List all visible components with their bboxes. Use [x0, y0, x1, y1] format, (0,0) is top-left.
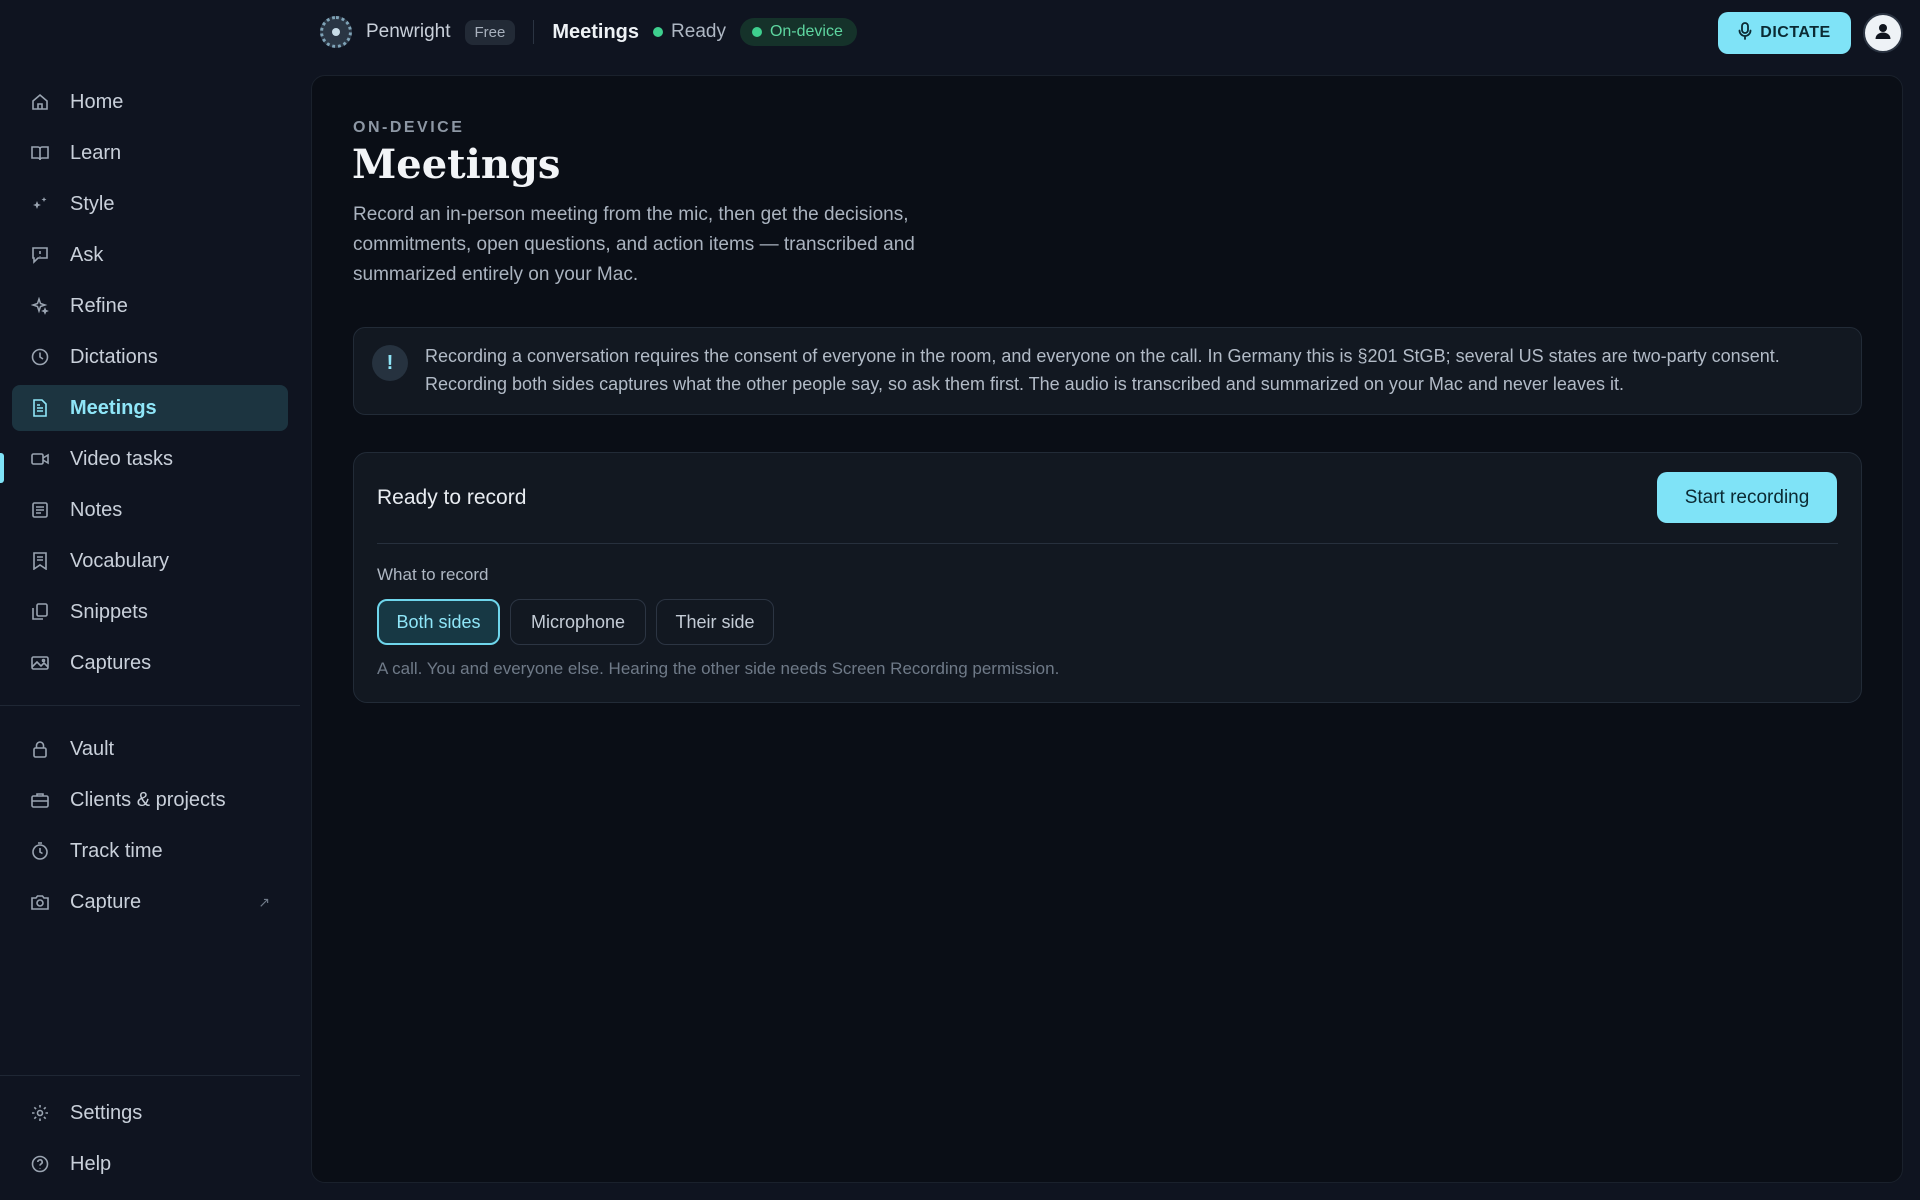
copy-icon [30, 602, 50, 622]
sidebar-item-vault[interactable]: Vault [12, 726, 288, 772]
sidebar-item-label: Style [70, 192, 115, 215]
video-icon [30, 449, 50, 469]
sidebar-item-vocabulary[interactable]: Vocabulary [12, 538, 288, 584]
sidebar-item-notes[interactable]: Notes [12, 487, 288, 533]
notes-icon [30, 500, 50, 520]
penwright-logo-icon [320, 16, 352, 48]
sidebar-item-snippets[interactable]: Snippets [12, 589, 288, 635]
sidebar-item-label: Dictations [70, 345, 158, 368]
active-indicator [0, 453, 4, 483]
record-status-title: Ready to record [377, 486, 527, 509]
sidebar-item-capture[interactable]: Capture ↗ [12, 879, 288, 925]
sidebar-item-refine[interactable]: Refine [12, 283, 288, 329]
lock-icon [30, 739, 50, 759]
image-icon [30, 653, 50, 673]
home-icon [30, 92, 50, 112]
dictate-label: DICTATE [1760, 24, 1831, 41]
sidebar-item-label: Meetings [70, 396, 157, 419]
sidebar: Home Learn Style Ask Refine Dictations M… [0, 64, 300, 1200]
start-recording-button[interactable]: Start recording [1657, 472, 1837, 523]
topbar-divider [533, 20, 535, 44]
chat-icon [30, 245, 50, 265]
status-dot-icon [653, 27, 664, 37]
option-both-sides[interactable]: Both sides [377, 599, 500, 645]
sidebar-item-captures[interactable]: Captures [12, 640, 288, 686]
sidebar-item-style[interactable]: Style [12, 181, 288, 227]
app-name: Penwright [366, 21, 451, 42]
stars-icon [30, 296, 50, 316]
sidebar-item-dictations[interactable]: Dictations [12, 334, 288, 380]
sidebar-item-label: Learn [70, 141, 122, 164]
external-link-icon: ↗ [258, 893, 270, 910]
sparkle-icon [30, 194, 50, 214]
page-description: Record an in-person meeting from the mic… [353, 204, 915, 285]
document-icon [30, 398, 50, 418]
sidebar-item-meetings[interactable]: Meetings [12, 385, 288, 431]
record-source-label: What to record [377, 565, 489, 584]
sidebar-item-label: Video tasks [70, 447, 174, 470]
card-divider [377, 543, 1838, 544]
sidebar-item-label: Vocabulary [70, 549, 169, 572]
record-source-hint: A call. You and everyone else. Hearing t… [377, 659, 1060, 678]
sidebar-item-label: Settings [70, 1101, 143, 1124]
sidebar-footer-divider [0, 1075, 300, 1076]
exclamation-icon: ! [372, 345, 408, 381]
sidebar-item-label: Capture [70, 890, 142, 913]
bookmark-icon [30, 551, 50, 571]
page-title: Meetings [352, 141, 561, 188]
page-eyebrow: ON-DEVICE [353, 119, 465, 136]
user-avatar-button[interactable] [1863, 13, 1903, 53]
sidebar-item-label: Help [70, 1152, 112, 1175]
clock-icon [30, 347, 50, 367]
sidebar-item-label: Clients & projects [70, 788, 226, 811]
on-device-label: On-device [769, 23, 843, 40]
book-icon [30, 143, 50, 163]
sidebar-item-label: Track time [70, 839, 163, 862]
camera-icon [30, 892, 50, 912]
sidebar-divider [0, 705, 300, 706]
consent-notice: ! Recording a conversation requires the … [353, 327, 1862, 415]
option-microphone[interactable]: Microphone [510, 599, 646, 645]
help-icon [30, 1154, 50, 1174]
user-icon [1874, 22, 1892, 45]
on-device-dot-icon [751, 27, 762, 37]
sidebar-item-label: Refine [70, 294, 128, 317]
sidebar-item-label: Captures [70, 651, 152, 674]
sidebar-item-learn[interactable]: Learn [12, 130, 288, 176]
sidebar-item-label: Ask [70, 243, 104, 266]
record-card: Ready to record Start recording What to … [353, 452, 1862, 703]
main-panel: ON-DEVICE Meetings Record an in-person m… [311, 75, 1903, 1183]
stopwatch-icon [30, 841, 50, 861]
sidebar-item-clients-projects[interactable]: Clients & projects [12, 777, 288, 823]
sidebar-item-label: Vault [70, 737, 115, 760]
plan-badge: Free [464, 19, 516, 45]
top-bar: Penwright Free Meetings Ready On-device … [0, 0, 1920, 64]
briefcase-icon [30, 790, 50, 810]
sidebar-item-help[interactable]: Help [12, 1141, 288, 1187]
sidebar-item-video-tasks[interactable]: Video tasks [12, 436, 288, 482]
sidebar-item-label: Notes [70, 498, 123, 521]
brand-area: Penwright Free Meetings Ready On-device [320, 16, 857, 48]
consent-notice-text: Recording a conversation requires the co… [425, 346, 1780, 394]
status-text: Ready [671, 21, 726, 42]
microphone-icon [1738, 21, 1752, 45]
sidebar-item-label: Home [70, 90, 124, 113]
sidebar-item-settings[interactable]: Settings [12, 1090, 288, 1136]
current-page-label: Meetings [552, 20, 640, 43]
sidebar-item-track-time[interactable]: Track time [12, 828, 288, 874]
sidebar-item-home[interactable]: Home [12, 79, 288, 125]
option-their-side[interactable]: Their side [656, 599, 774, 645]
gear-icon [30, 1103, 50, 1123]
sidebar-item-ask[interactable]: Ask [12, 232, 288, 278]
sidebar-item-label: Snippets [70, 600, 148, 623]
on-device-badge: On-device [739, 18, 857, 46]
dictate-button[interactable]: DICTATE [1718, 12, 1851, 54]
